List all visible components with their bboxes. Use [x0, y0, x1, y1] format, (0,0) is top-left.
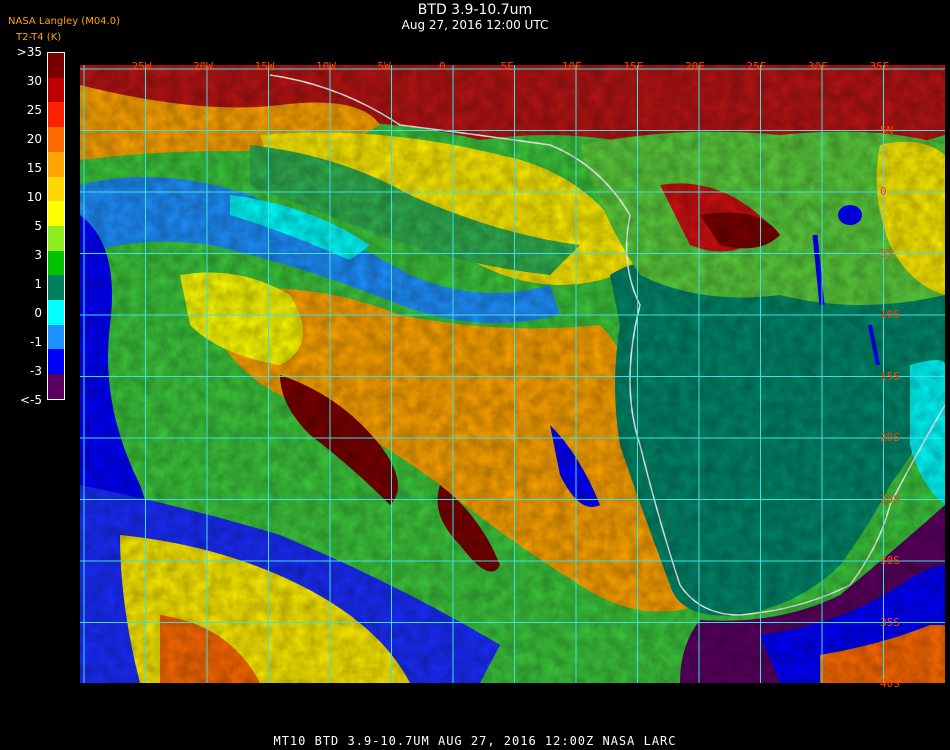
longitude-label: 5W — [377, 60, 391, 73]
longitude-label: 5E — [500, 60, 514, 73]
longitude-label: 20W — [193, 60, 213, 73]
colorbar-label: >35 — [16, 45, 42, 59]
latitude-label: 0 — [880, 185, 887, 198]
colorbar-label: -1 — [30, 335, 42, 349]
colorbar-label: 1 — [34, 277, 42, 291]
longitude-label: 35E — [869, 60, 890, 73]
colorbar-label: 0 — [34, 306, 42, 320]
latitude-label: 5N — [880, 123, 894, 137]
longitude-label: 10W — [316, 60, 336, 73]
latitude-label: 40S — [880, 677, 900, 690]
colorbar-label: -3 — [30, 364, 42, 378]
footer-caption: MT10 BTD 3.9-10.7UM AUG 27, 2016 12:00Z … — [273, 734, 677, 748]
colorbar-label: 15 — [26, 161, 42, 175]
longitude-label: 30E — [808, 60, 828, 73]
units-label: T2-T4 (K) — [16, 32, 62, 43]
map-image — [80, 65, 945, 683]
colorbar-segment — [48, 374, 64, 399]
colorbar-segment — [48, 225, 64, 251]
colorbar-segment — [48, 300, 64, 325]
credit-label: NASA Langley (M04.0) — [8, 16, 120, 27]
colorbar-label: 25 — [26, 103, 42, 117]
colorbar-segment — [48, 275, 64, 301]
latitude-label: 20S — [880, 431, 900, 444]
latitude-label: 15S — [880, 369, 900, 383]
colorbar-label: 20 — [26, 132, 42, 146]
latitude-label: 35S — [880, 615, 900, 629]
longitude-label: 15W — [254, 60, 275, 73]
colorbar — [47, 52, 65, 400]
longitude-label: 20E — [685, 60, 705, 73]
colorbar-label: 5 — [34, 219, 42, 233]
longitude-label: 25E — [746, 60, 767, 73]
satellite-map[interactable] — [80, 65, 945, 683]
latitude-label: 25S — [880, 492, 900, 506]
latitude-label: 30S — [880, 554, 900, 567]
colorbar-segment — [48, 53, 64, 78]
texture-overlay — [80, 65, 945, 683]
longitude-label: 10E — [562, 60, 582, 73]
colorbar-segment — [48, 349, 64, 375]
colorbar-label: <-5 — [19, 393, 42, 407]
longitude-label: 0 — [439, 60, 446, 73]
colorbar-segment — [48, 102, 64, 128]
colorbar-label: 30 — [26, 74, 42, 88]
colorbar-segment — [48, 250, 64, 276]
colorbar-segment — [48, 201, 64, 226]
colorbar-segment — [48, 151, 64, 177]
colorbar-segment — [48, 176, 64, 202]
colorbar-label: 10 — [26, 190, 42, 204]
latitude-label: 5S — [880, 246, 894, 260]
colorbar-segment — [48, 324, 64, 350]
colorbar-segment — [48, 127, 64, 152]
longitude-label: 25W — [131, 60, 152, 73]
map-title: BTD 3.9-10.7um — [417, 2, 533, 18]
latitude-label: 10S — [880, 308, 900, 321]
map-subtitle: Aug 27, 2016 12:00 UTC — [401, 18, 549, 32]
colorbar-segment — [48, 77, 64, 103]
longitude-label: 15E — [623, 60, 644, 73]
colorbar-label: 3 — [34, 248, 42, 262]
